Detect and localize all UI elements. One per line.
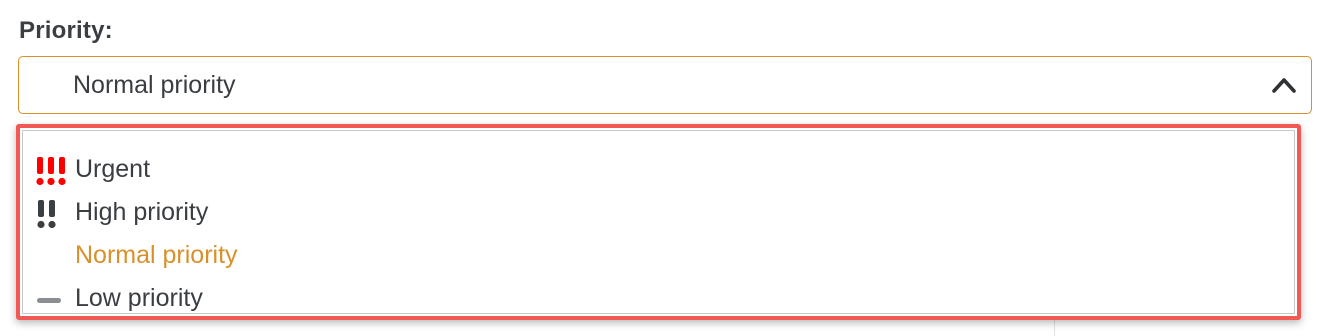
dash-icon [37,298,61,303]
option-low-priority[interactable]: Low priority [23,278,1294,318]
priority-dropdown-menu: Urgent High priority Normal priority Low [16,124,1301,320]
priority-select-value: Normal priority [73,71,236,99]
option-label: High priority [75,198,209,226]
priority-select[interactable]: Normal priority [18,56,1312,114]
option-label: Normal priority [75,241,238,269]
priority-field: Priority: Normal priority Urgent High pr… [0,0,1322,336]
option-label: Low priority [75,284,203,312]
double-exclamation-icon [37,200,56,229]
chevron-up-icon[interactable] [1271,75,1297,95]
option-normal-priority[interactable]: Normal priority [23,235,1294,275]
option-label: Urgent [75,155,151,183]
background-divider [1054,318,1055,336]
triple-exclamation-icon [36,157,66,186]
option-urgent[interactable]: Urgent [23,149,1294,189]
priority-label: Priority: [19,17,113,44]
dropdown-list: Urgent High priority Normal priority Low [22,130,1295,314]
option-high-priority[interactable]: High priority [23,192,1294,232]
